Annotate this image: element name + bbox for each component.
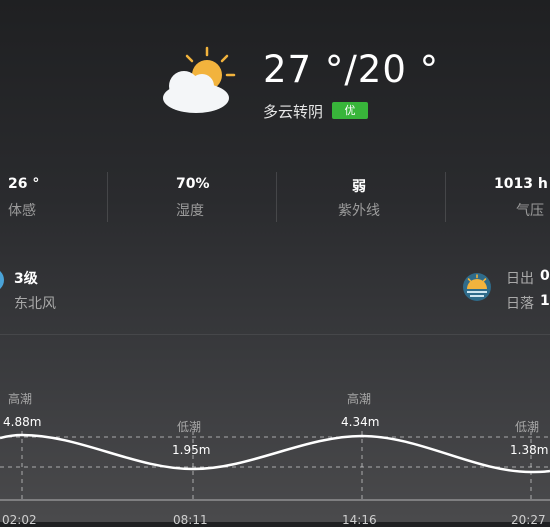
tide-type-label: 低潮 [177, 420, 202, 434]
tide-type-label: 高潮 [347, 392, 372, 406]
weather-condition: 多云转阴 [263, 103, 324, 121]
wind-icon [0, 268, 4, 292]
tide-type-label: 高潮 [8, 392, 33, 406]
pressure-value: 1013 h [494, 176, 548, 192]
feels-like-label: 体感 [8, 203, 36, 219]
tide-time-label: 20:27 [511, 513, 546, 527]
aqi-badge[interactable]: 优 [332, 102, 368, 119]
stats-divider [445, 172, 446, 222]
uv-value: 弱 [352, 179, 366, 195]
tide-time-label: 14:16 [342, 513, 377, 527]
sunrise-sunset-icon [463, 273, 491, 301]
wind-level: 3级 [14, 271, 38, 287]
sunset-label: 日落 [506, 296, 534, 312]
stats-divider [276, 172, 277, 222]
tide-time-label: 02:02 [2, 513, 37, 527]
tide-type-label: 低潮 [515, 420, 540, 434]
humidity-value: 70% [176, 176, 210, 192]
sunrise-value: 0 [540, 268, 550, 284]
wind-direction: 东北风 [14, 296, 56, 312]
sunset-value: 1 [540, 293, 550, 309]
tide-height-label: 4.34m [341, 415, 380, 429]
tide-time-label: 08:11 [173, 513, 208, 527]
tide-curve [0, 433, 550, 474]
temperature-range: 27 °/20 ° [263, 48, 440, 91]
uv-label: 紫外线 [338, 203, 380, 219]
sunrise-label: 日出 [506, 271, 534, 287]
tide-height-label: 1.95m [172, 443, 211, 457]
tide-height-label: 1.38m [510, 443, 549, 457]
partly-cloudy-icon [163, 46, 236, 113]
tide-height-label: 4.88m [3, 415, 42, 429]
tide-chart [0, 431, 550, 501]
humidity-label: 湿度 [176, 203, 204, 219]
pressure-label: 气压 [516, 203, 544, 219]
feels-like-value: 26 ° [8, 176, 40, 192]
stats-divider [107, 172, 108, 222]
